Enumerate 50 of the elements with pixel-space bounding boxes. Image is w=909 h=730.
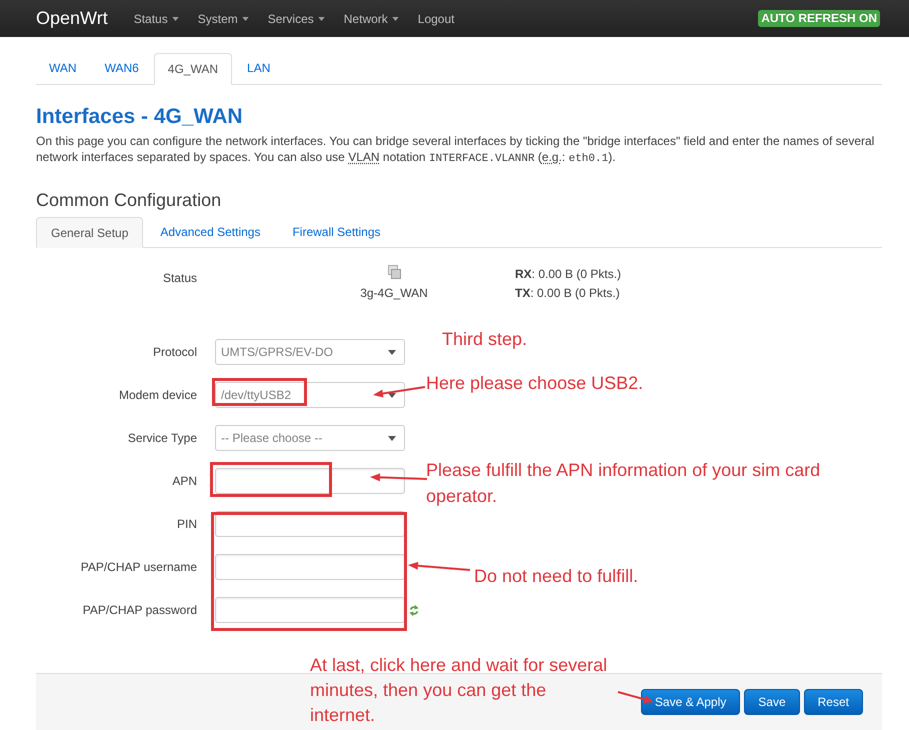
section-tab[interactable]: Firewall Settings	[277, 216, 396, 247]
nav-link[interactable]: Status	[134, 10, 179, 28]
dropdown-field[interactable]: -- Please choose --	[215, 425, 405, 451]
field-label: PIN	[176, 516, 197, 533]
annotation-note: Please fulfill the APN information of your sim card operator.	[426, 459, 822, 508]
field-label: Service Type	[126, 430, 197, 447]
caret-icon	[388, 392, 396, 398]
annotation-note: Do not need to fulfill.	[474, 565, 638, 588]
annotation-arrow	[406, 559, 472, 574]
dropdown-field[interactable]: UMTS/GPRS/EV-DO	[215, 339, 405, 365]
section-tab[interactable]: General Setup	[36, 217, 144, 248]
password-field[interactable]	[215, 597, 405, 623]
field-label: Status	[162, 270, 197, 287]
device-name: 3g-4G_WAN	[360, 285, 428, 301]
tx-stat: TX: 0.00 B (0 Pkts.)	[515, 285, 621, 302]
field-label: Modem device	[118, 387, 197, 404]
section-tab[interactable]: Advanced Settings	[145, 216, 276, 247]
field-label: PAP/CHAP password	[82, 602, 197, 619]
interface-tab[interactable]: LAN	[234, 52, 284, 84]
field-label: PAP/CHAP username	[80, 559, 197, 576]
field-label: Protocol	[152, 344, 197, 361]
rx-stat: RX: 0.00 B (0 Pkts.)	[515, 266, 622, 283]
input-field[interactable]	[215, 554, 405, 580]
description-text: On this page you can configure the network interfaces. You can bridge several interfaces by ticking the "bridge interfaces" field and enter the names of several network interfaces separated by spaces. You can also use VLAN notation INTERFACE.VLANNR (e.g.: eth0.1).	[36, 133, 876, 167]
action-button[interactable]: Reset	[804, 689, 863, 715]
nav-link[interactable]: Logout	[418, 10, 454, 28]
caret-icon	[388, 350, 396, 354]
dropdown-field[interactable]: /dev/ttyUSB2	[215, 382, 405, 408]
refresh-icon[interactable]	[409, 604, 419, 616]
nav-link[interactable]: Network	[344, 10, 399, 28]
annotation-arrow	[371, 383, 427, 399]
device-icon	[388, 265, 400, 279]
annotation-arrow	[368, 472, 429, 484]
interface-tab[interactable]: 4G_WAN	[154, 53, 232, 85]
input-field[interactable]	[215, 468, 405, 494]
annotation-note: Here please choose USB2.	[426, 372, 644, 395]
auto-refresh-badge[interactable]: AUTO REFRESH ON	[758, 10, 880, 27]
nav-link[interactable]: Services	[268, 10, 325, 28]
field-label: APN	[171, 473, 197, 490]
brand-logo[interactable]: OpenWrt	[36, 5, 108, 32]
section-title: Common Configuration	[36, 189, 222, 211]
annotation-note: At last, click here and wait for several minutes, then you can get the internet.	[310, 654, 608, 727]
nav-link[interactable]: System	[198, 10, 249, 28]
action-button[interactable]: Save & Apply	[640, 689, 740, 715]
page-title: Interfaces - 4G_WAN	[36, 104, 244, 130]
interface-tab[interactable]: WAN6	[92, 52, 152, 84]
annotation-note: Third step.	[442, 328, 528, 351]
caret-icon	[388, 436, 396, 440]
interface-tab[interactable]: WAN	[36, 52, 90, 84]
action-button[interactable]: Save	[744, 689, 800, 715]
